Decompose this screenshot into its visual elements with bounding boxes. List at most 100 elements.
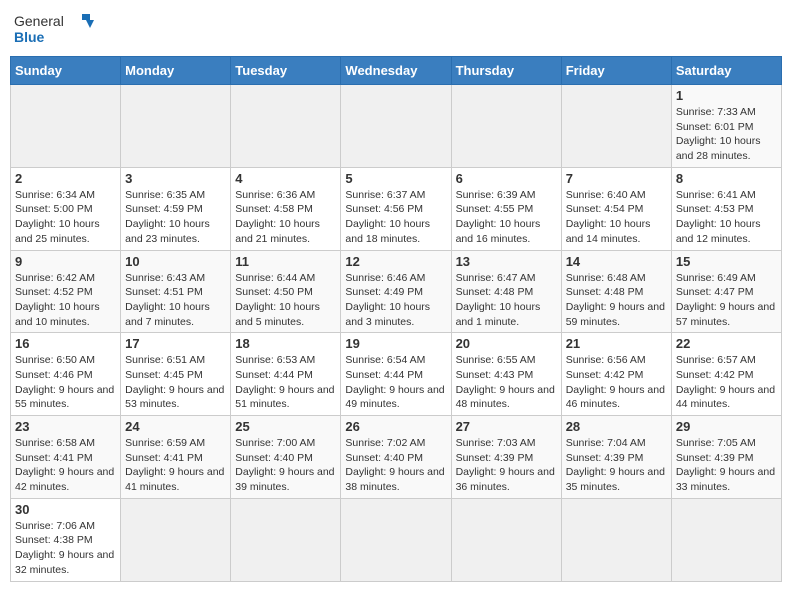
calendar-cell: 13 Sunrise: 6:47 AM Sunset: 4:48 PM Dayli… xyxy=(451,250,561,333)
calendar-cell: 8 Sunrise: 6:41 AM Sunset: 4:53 PM Daylig… xyxy=(671,167,781,250)
day-header-wednesday: Wednesday xyxy=(341,57,451,85)
day-number: 19 xyxy=(345,336,446,351)
day-info: Sunrise: 6:59 AM Sunset: 4:41 PM Dayligh… xyxy=(125,436,226,495)
day-info: Sunrise: 6:43 AM Sunset: 4:51 PM Dayligh… xyxy=(125,271,226,330)
calendar-cell: 5 Sunrise: 6:37 AM Sunset: 4:56 PM Daylig… xyxy=(341,167,451,250)
day-info: Sunrise: 6:48 AM Sunset: 4:48 PM Dayligh… xyxy=(566,271,667,330)
svg-text:General: General xyxy=(14,13,64,29)
calendar-cell xyxy=(341,498,451,581)
calendar-cell: 26 Sunrise: 7:02 AM Sunset: 4:40 PM Dayli… xyxy=(341,416,451,499)
day-number: 24 xyxy=(125,419,226,434)
calendar-cell xyxy=(231,498,341,581)
day-number: 28 xyxy=(566,419,667,434)
day-header-tuesday: Tuesday xyxy=(231,57,341,85)
day-number: 26 xyxy=(345,419,446,434)
day-number: 13 xyxy=(456,254,557,269)
calendar-cell: 21Sunrise: 6:56 AM Sunset: 4:42 PM Dayli… xyxy=(561,333,671,416)
day-info: Sunrise: 6:58 AM Sunset: 4:41 PM Dayligh… xyxy=(15,436,116,495)
day-header-saturday: Saturday xyxy=(671,57,781,85)
calendar-cell: 25Sunrise: 7:00 AM Sunset: 4:40 PM Dayli… xyxy=(231,416,341,499)
calendar-cell xyxy=(451,85,561,168)
day-info: Sunrise: 6:36 AM Sunset: 4:58 PM Dayligh… xyxy=(235,188,336,247)
day-info: Sunrise: 6:46 AM Sunset: 4:49 PM Dayligh… xyxy=(345,271,446,330)
calendar-cell: 28 Sunrise: 7:04 AM Sunset: 4:39 PM Dayli… xyxy=(561,416,671,499)
calendar-cell: 22Sunrise: 6:57 AM Sunset: 4:42 PM Dayli… xyxy=(671,333,781,416)
calendar-cell: 15 Sunrise: 6:49 AM Sunset: 4:47 PM Dayli… xyxy=(671,250,781,333)
calendar-cell: 29 Sunrise: 7:05 AM Sunset: 4:39 PM Dayli… xyxy=(671,416,781,499)
day-header-friday: Friday xyxy=(561,57,671,85)
day-number: 23 xyxy=(15,419,116,434)
calendar-cell xyxy=(561,498,671,581)
day-number: 17 xyxy=(125,336,226,351)
calendar-header-row: SundayMondayTuesdayWednesdayThursdayFrid… xyxy=(11,57,782,85)
day-info: Sunrise: 6:44 AM Sunset: 4:50 PM Dayligh… xyxy=(235,271,336,330)
day-number: 1 xyxy=(676,88,777,103)
calendar-table: SundayMondayTuesdayWednesdayThursdayFrid… xyxy=(10,56,782,582)
day-header-sunday: Sunday xyxy=(11,57,121,85)
day-info: Sunrise: 6:49 AM Sunset: 4:47 PM Dayligh… xyxy=(676,271,777,330)
day-info: Sunrise: 7:02 AM Sunset: 4:40 PM Dayligh… xyxy=(345,436,446,495)
day-number: 30 xyxy=(15,502,116,517)
day-number: 20 xyxy=(456,336,557,351)
day-info: Sunrise: 6:40 AM Sunset: 4:54 PM Dayligh… xyxy=(566,188,667,247)
calendar-cell: 10 Sunrise: 6:43 AM Sunset: 4:51 PM Dayli… xyxy=(121,250,231,333)
day-number: 6 xyxy=(456,171,557,186)
day-number: 18 xyxy=(235,336,336,351)
calendar-cell: 11 Sunrise: 6:44 AM Sunset: 4:50 PM Dayli… xyxy=(231,250,341,333)
day-info: Sunrise: 7:03 AM Sunset: 4:39 PM Dayligh… xyxy=(456,436,557,495)
calendar-cell xyxy=(231,85,341,168)
day-number: 14 xyxy=(566,254,667,269)
day-number: 15 xyxy=(676,254,777,269)
day-number: 9 xyxy=(15,254,116,269)
calendar-week-row: 30Sunrise: 7:06 AM Sunset: 4:38 PM Dayli… xyxy=(11,498,782,581)
day-number: 5 xyxy=(345,171,446,186)
calendar-cell: 17 Sunrise: 6:51 AM Sunset: 4:45 PM Dayli… xyxy=(121,333,231,416)
calendar-week-row: 16 Sunrise: 6:50 AM Sunset: 4:46 PM Dayli… xyxy=(11,333,782,416)
calendar-cell: 1Sunrise: 7:33 AM Sunset: 6:01 PM Daylig… xyxy=(671,85,781,168)
day-number: 16 xyxy=(15,336,116,351)
svg-text:Blue: Blue xyxy=(14,29,45,45)
calendar-cell: 6Sunrise: 6:39 AM Sunset: 4:55 PM Daylig… xyxy=(451,167,561,250)
calendar-cell xyxy=(11,85,121,168)
calendar-week-row: 23 Sunrise: 6:58 AM Sunset: 4:41 PM Dayli… xyxy=(11,416,782,499)
day-info: Sunrise: 6:55 AM Sunset: 4:43 PM Dayligh… xyxy=(456,353,557,412)
calendar-cell: 7Sunrise: 6:40 AM Sunset: 4:54 PM Daylig… xyxy=(561,167,671,250)
day-info: Sunrise: 6:37 AM Sunset: 4:56 PM Dayligh… xyxy=(345,188,446,247)
day-number: 4 xyxy=(235,171,336,186)
day-number: 10 xyxy=(125,254,226,269)
day-info: Sunrise: 6:50 AM Sunset: 4:46 PM Dayligh… xyxy=(15,353,116,412)
day-number: 27 xyxy=(456,419,557,434)
day-info: Sunrise: 6:34 AM Sunset: 5:00 PM Dayligh… xyxy=(15,188,116,247)
day-info: Sunrise: 6:51 AM Sunset: 4:45 PM Dayligh… xyxy=(125,353,226,412)
day-info: Sunrise: 6:41 AM Sunset: 4:53 PM Dayligh… xyxy=(676,188,777,247)
calendar-cell xyxy=(341,85,451,168)
page-header: General Blue xyxy=(10,10,782,50)
calendar-cell: 18Sunrise: 6:53 AM Sunset: 4:44 PM Dayli… xyxy=(231,333,341,416)
day-number: 11 xyxy=(235,254,336,269)
calendar-cell: 30Sunrise: 7:06 AM Sunset: 4:38 PM Dayli… xyxy=(11,498,121,581)
day-number: 8 xyxy=(676,171,777,186)
calendar-week-row: 2 Sunrise: 6:34 AM Sunset: 5:00 PM Daylig… xyxy=(11,167,782,250)
day-info: Sunrise: 6:47 AM Sunset: 4:48 PM Dayligh… xyxy=(456,271,557,330)
day-number: 2 xyxy=(15,171,116,186)
calendar-cell xyxy=(561,85,671,168)
day-info: Sunrise: 6:56 AM Sunset: 4:42 PM Dayligh… xyxy=(566,353,667,412)
day-number: 3 xyxy=(125,171,226,186)
calendar-cell: 24 Sunrise: 6:59 AM Sunset: 4:41 PM Dayli… xyxy=(121,416,231,499)
day-number: 12 xyxy=(345,254,446,269)
calendar-cell: 27 Sunrise: 7:03 AM Sunset: 4:39 PM Dayli… xyxy=(451,416,561,499)
calendar-cell: 2 Sunrise: 6:34 AM Sunset: 5:00 PM Daylig… xyxy=(11,167,121,250)
calendar-cell: 20 Sunrise: 6:55 AM Sunset: 4:43 PM Dayli… xyxy=(451,333,561,416)
day-number: 25 xyxy=(235,419,336,434)
calendar-cell: 19Sunrise: 6:54 AM Sunset: 4:44 PM Dayli… xyxy=(341,333,451,416)
day-number: 29 xyxy=(676,419,777,434)
day-info: Sunrise: 7:04 AM Sunset: 4:39 PM Dayligh… xyxy=(566,436,667,495)
calendar-cell xyxy=(451,498,561,581)
day-info: Sunrise: 7:05 AM Sunset: 4:39 PM Dayligh… xyxy=(676,436,777,495)
calendar-cell: 3Sunrise: 6:35 AM Sunset: 4:59 PM Daylig… xyxy=(121,167,231,250)
logo: General Blue xyxy=(14,10,94,50)
calendar-cell xyxy=(121,85,231,168)
calendar-cell: 14 Sunrise: 6:48 AM Sunset: 4:48 PM Dayli… xyxy=(561,250,671,333)
calendar-cell xyxy=(121,498,231,581)
day-number: 22 xyxy=(676,336,777,351)
